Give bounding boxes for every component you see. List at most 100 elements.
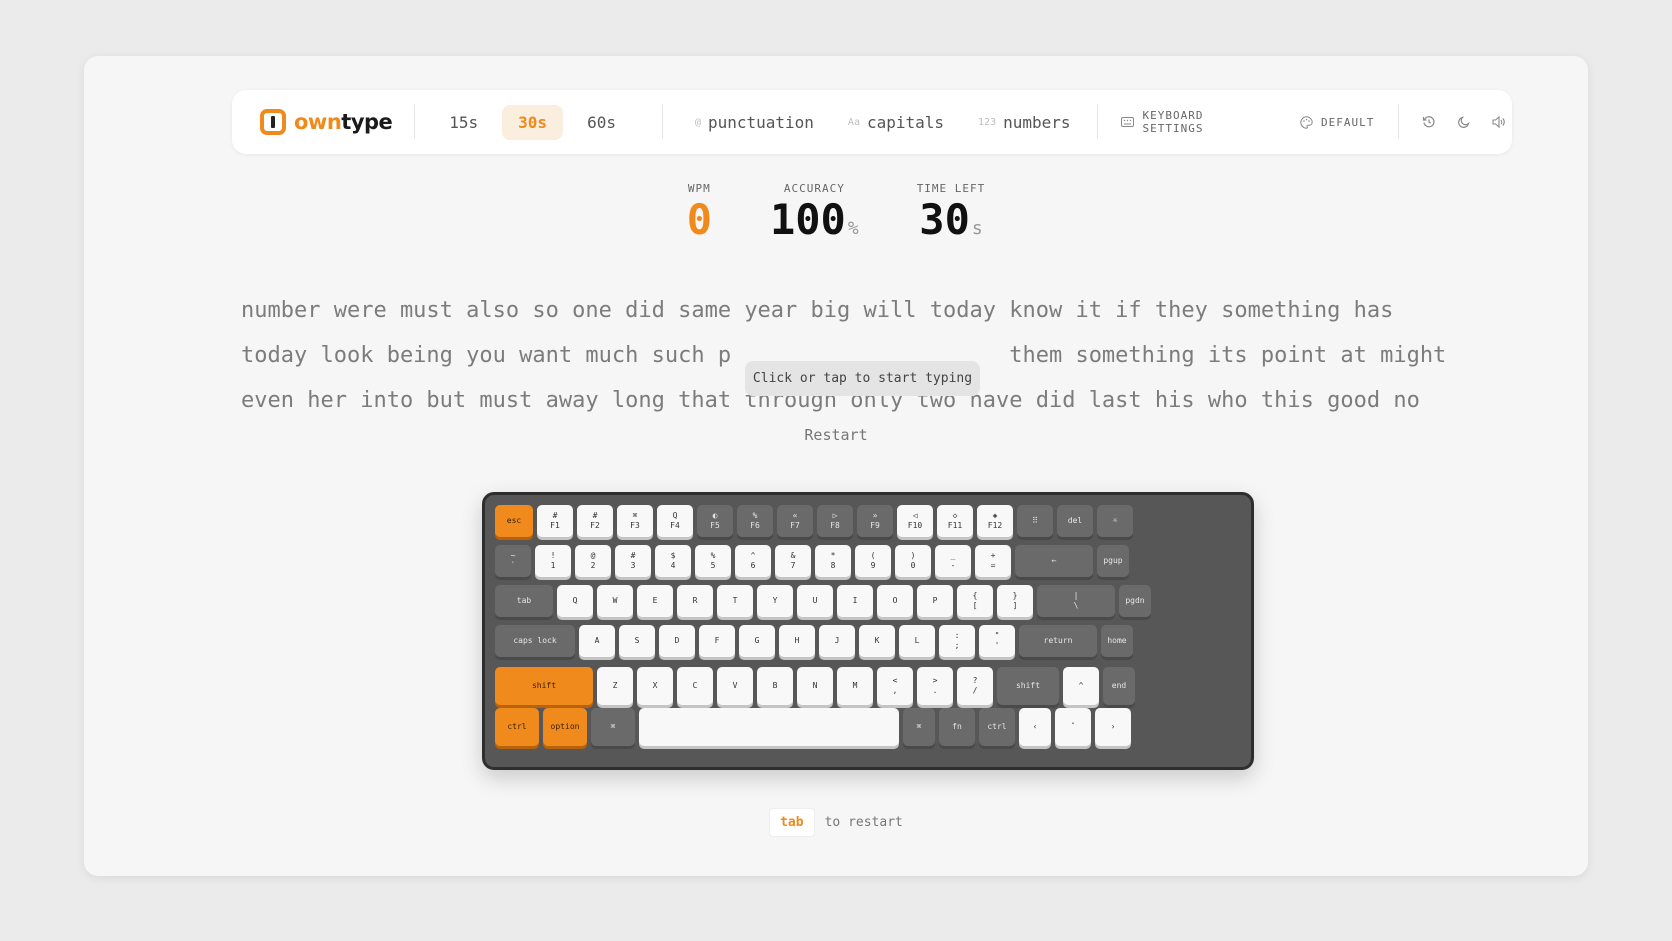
key-=: + = — [975, 545, 1011, 577]
key-0: ) 0 — [895, 545, 931, 577]
key-label: end — [1111, 681, 1127, 690]
key-label: ctrl — [507, 722, 527, 731]
key-Q: Q — [557, 585, 593, 617]
option-numbers[interactable]: 123 numbers — [978, 113, 1071, 132]
key-label: F12 — [987, 521, 1003, 530]
duration-30s[interactable]: 30s — [502, 104, 564, 140]
key-label: F11 — [947, 521, 963, 530]
tab-key-badge: tab — [769, 808, 815, 837]
key-J: J — [819, 625, 855, 657]
key-label: ; — [954, 641, 960, 650]
moon-icon[interactable] — [1450, 115, 1477, 129]
duration-60s[interactable]: 60s — [571, 105, 632, 140]
key-label: F1 — [550, 521, 560, 530]
logo[interactable]: owntype — [260, 109, 393, 135]
typing-text[interactable]: number were must also so one did same ye… — [241, 288, 1521, 423]
key-tab: tab — [495, 585, 553, 617]
key-top-label: ▷ — [832, 511, 838, 520]
option-label: numbers — [1003, 112, 1071, 132]
key-label: X — [652, 681, 658, 690]
key-label: F2 — [590, 521, 600, 530]
key-label: D — [674, 636, 680, 645]
key-›: › — [1095, 708, 1131, 746]
key-pgdn: pgdn — [1119, 585, 1151, 617]
case-icon: Aa — [847, 116, 860, 128]
key-label: 0 — [910, 561, 916, 570]
key-label: shift — [531, 681, 557, 690]
key-R: R — [677, 585, 713, 617]
key-label: ] — [1012, 601, 1018, 610]
restart-button[interactable]: Restart — [84, 426, 1588, 444]
key-label: F9 — [870, 521, 880, 530]
key-label: N — [812, 681, 818, 690]
key-label: ⠿ — [1032, 516, 1038, 525]
logo-icon — [260, 109, 286, 135]
key-label: . — [932, 686, 938, 695]
key-7: & 7 — [775, 545, 811, 577]
key-top-label: $ — [670, 551, 676, 560]
key-M: M — [837, 667, 873, 705]
key-label: K — [874, 636, 880, 645]
key-E: E — [637, 585, 673, 617]
key-top-label: ◈ — [992, 511, 998, 520]
key-label: [ — [972, 601, 978, 610]
key-label: R — [692, 596, 698, 605]
key-6: ^ 6 — [735, 545, 771, 577]
key-,: <, — [877, 667, 913, 705]
wpm-stat: WPM 0 — [687, 182, 712, 254]
key-esc: esc — [495, 505, 533, 537]
key-L: L — [899, 625, 935, 657]
key-top-label: ! — [550, 551, 556, 560]
key-D: D — [659, 625, 695, 657]
key-1: ! 1 — [535, 545, 571, 577]
history-icon[interactable] — [1415, 115, 1442, 129]
key-label: ˇ — [1070, 722, 1076, 731]
key-home: home — [1101, 625, 1133, 657]
option-capitals[interactable]: Aa capitals — [848, 113, 944, 132]
time-left-label: TIME LEFT — [916, 182, 986, 195]
key-F: F — [699, 625, 735, 657]
key-label: ☼ — [1112, 516, 1118, 525]
key-F1: # F1 — [537, 505, 573, 537]
key-☼: ☼ — [1097, 505, 1133, 537]
keyboard-settings-button[interactable]: KEYBOARD SETTINGS — [1121, 109, 1266, 135]
key-shift: shift — [495, 667, 593, 705]
key-F11: ◇ F11 — [937, 505, 973, 537]
logo-text: owntype — [294, 110, 393, 134]
option-punctuation[interactable]: @ punctuation — [695, 113, 814, 132]
stats-row: WPM 0 ACCURACY 100% TIME LEFT 30 s — [84, 182, 1588, 254]
key-label: fn — [952, 722, 962, 731]
key-label: F6 — [750, 521, 760, 530]
key-label: esc — [506, 516, 522, 525]
key-top-label: @ — [590, 551, 596, 560]
key-;: :; — [939, 625, 975, 657]
key-4: $4 — [655, 545, 691, 577]
at-sign-icon: @ — [694, 116, 701, 128]
key-‹: ‹ — [1019, 708, 1051, 746]
key-S: S — [619, 625, 655, 657]
divider — [414, 105, 416, 139]
key-F12: ◈ F12 — [977, 505, 1013, 537]
key-label: return — [1043, 636, 1073, 645]
key--: _ - — [935, 545, 971, 577]
key-label: G — [754, 636, 760, 645]
key-top-label: < — [892, 676, 898, 685]
key-label: P — [932, 596, 938, 605]
key-U: U — [797, 585, 833, 617]
key-K: K — [859, 625, 895, 657]
key-label: F4 — [670, 521, 680, 530]
key-ctrl: ctrl — [979, 708, 1015, 746]
key-top-label: ? — [972, 676, 978, 685]
theme-button[interactable]: DEFAULT — [1300, 116, 1374, 129]
duration-15s[interactable]: 15s — [433, 105, 494, 140]
start-typing-tooltip[interactable]: Click or tap to start typing — [745, 361, 980, 396]
key-top-label: ~ — [510, 551, 516, 560]
restart-hint: tab to restart — [84, 808, 1588, 837]
key-top-label: | — [1073, 591, 1079, 600]
key-top-label: ◇ — [952, 511, 958, 520]
key-F4: Q F4 — [657, 505, 693, 537]
volume-icon[interactable] — [1485, 115, 1512, 129]
key-top-label: * — [830, 551, 836, 560]
key-label: 3 — [630, 561, 636, 570]
key-label: Y — [772, 596, 778, 605]
